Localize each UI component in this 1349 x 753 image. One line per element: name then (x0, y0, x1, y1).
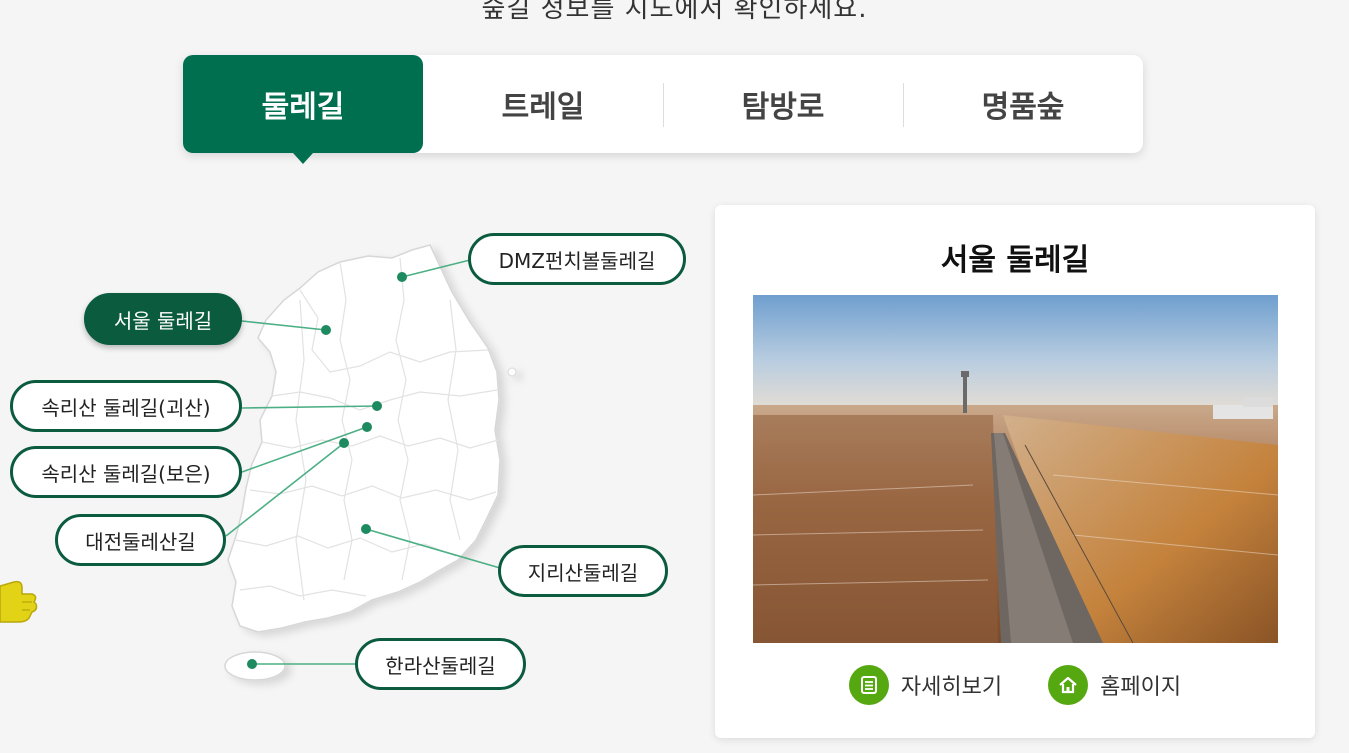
category-tabs: 둘레길 트레일 탐방로 명품숲 (183, 55, 1143, 153)
marker-jirisan[interactable] (361, 524, 371, 534)
detail-links: 자세히보기 홈페이지 (715, 665, 1315, 705)
trail-label-songnisan-goesan[interactable]: 속리산 둘레길(괴산) (10, 380, 242, 432)
homepage-link[interactable]: 홈페이지 (1048, 665, 1181, 705)
marker-songnisan-goesan[interactable] (372, 401, 382, 411)
trail-detail-card: 서울 둘레길 자세히보기 홈페이지 (715, 205, 1315, 738)
trail-label-jirisan[interactable]: 지리산둘레길 (498, 545, 668, 597)
marker-daejeon[interactable] (339, 438, 349, 448)
marker-seoul[interactable] (321, 325, 331, 335)
trail-photo (753, 295, 1278, 643)
trail-label-daejeon[interactable]: 대전둘레산길 (55, 514, 226, 566)
trail-label-hallasan[interactable]: 한라산둘레길 (355, 638, 526, 690)
trail-label-songnisan-boeun[interactable]: 속리산 둘레길(보은) (10, 446, 242, 498)
trail-label-dmz[interactable]: DMZ펀치볼둘레길 (468, 233, 686, 285)
tab-tambangro[interactable]: 탐방로 (663, 55, 903, 153)
trail-label-seoul[interactable]: 서울 둘레길 (84, 293, 242, 345)
view-details-link[interactable]: 자세히보기 (848, 665, 1003, 705)
marker-songnisan-boeun[interactable] (362, 422, 372, 432)
active-tab-pointer (293, 153, 313, 164)
homepage-label: 홈페이지 (1100, 675, 1182, 700)
intro-text: 숲길 정보를 지도에서 확인하세요. (481, 0, 868, 24)
document-icon (848, 665, 889, 705)
tab-myeongpumsup[interactable]: 명품숲 (903, 55, 1143, 153)
trail-detail-title: 서울 둘레길 (940, 243, 1090, 278)
home-icon (1048, 665, 1089, 705)
marker-hallasan[interactable] (247, 659, 257, 669)
marker-dmz[interactable] (397, 272, 407, 282)
tab-trail[interactable]: 트레일 (423, 55, 663, 153)
view-details-label: 자세히보기 (900, 675, 1003, 700)
pointer-hand-icon (0, 580, 38, 623)
tab-dullegil[interactable]: 둘레길 (183, 55, 423, 153)
